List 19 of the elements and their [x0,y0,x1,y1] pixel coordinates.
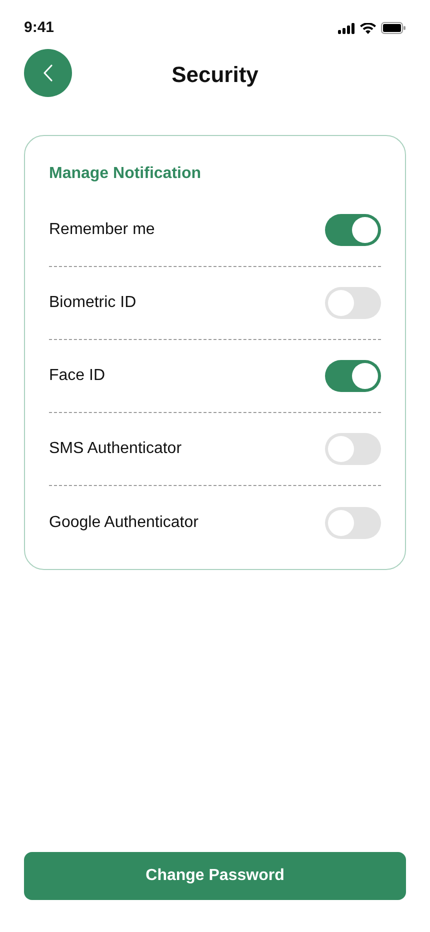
wifi-icon [360,22,376,34]
change-password-button[interactable]: Change Password [24,852,406,900]
battery-icon [381,22,406,34]
signal-icon [338,22,355,34]
toggle-switch[interactable] [325,287,381,319]
toggle-switch[interactable] [325,433,381,465]
toggle-switch[interactable] [325,214,381,246]
chevron-left-icon [43,64,53,82]
status-time: 9:41 [24,18,54,38]
toggle-switch[interactable] [325,506,381,538]
setting-label: Face ID [49,366,106,386]
toggle-switch[interactable] [325,360,381,392]
page-title: Security [172,60,258,89]
card-heading: Manage Notification [49,164,202,184]
setting-label: Remember me [49,220,155,240]
setting-label: SMS Authenticator [49,439,182,459]
setting-label: Biometric ID [49,293,136,313]
back-button[interactable] [24,49,72,97]
setting-label: Google Authenticator [49,512,198,532]
